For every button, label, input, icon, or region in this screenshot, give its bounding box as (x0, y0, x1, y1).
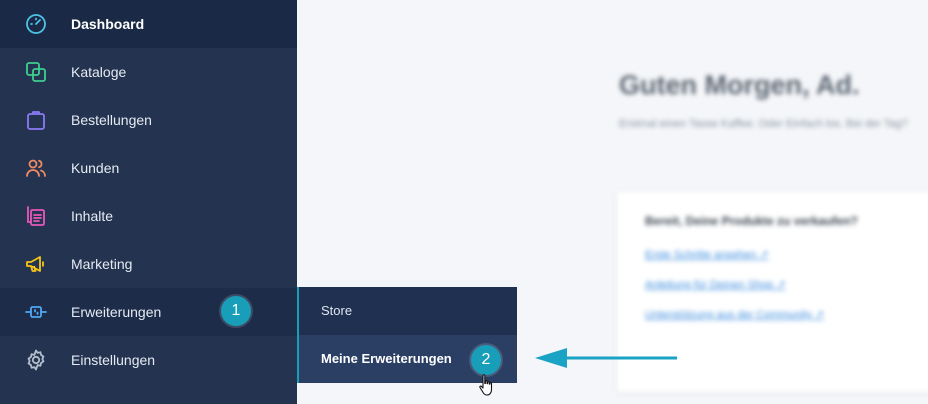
card-link[interactable]: Unterstützung aus der Community ↗ (645, 308, 824, 321)
flyout-item-label: Meine Erweiterungen (321, 351, 452, 366)
flyout-item-store[interactable]: Store (299, 287, 517, 335)
sidebar-item-label: Kunden (71, 160, 120, 176)
sidebar-item-label: Einstellungen (71, 352, 156, 368)
card-title: Bereit, Deine Produkte zu verkaufen? (645, 214, 858, 228)
step-badge-2: 2 (471, 345, 501, 375)
sidebar-item-label: Dashboard (71, 16, 145, 32)
users-icon (24, 156, 48, 180)
sidebar-item-marketing[interactable]: Marketing (0, 240, 297, 288)
step-badge-1: 1 (221, 296, 251, 326)
sidebar-item-einstellungen[interactable]: Einstellungen (0, 336, 297, 384)
hand-cursor-icon (479, 374, 493, 396)
megaphone-icon (24, 252, 48, 276)
plug-icon (24, 300, 48, 324)
sidebar-item-label: Erweiterungen (71, 304, 162, 320)
sidebar-item-kataloge[interactable]: Kataloge (0, 48, 297, 96)
catalog-copy-icon (24, 60, 48, 84)
gear-icon (24, 348, 48, 372)
sidebar-item-label: Bestellungen (71, 112, 152, 128)
sidebar-item-label: Marketing (71, 256, 133, 272)
sidebar: Dashboard Kataloge Bestellungen Kunden I… (0, 0, 297, 404)
shopping-bag-icon (24, 108, 48, 132)
card-link[interactable]: Erste Schritte ansehen ↗ (645, 248, 769, 261)
sidebar-item-kunden[interactable]: Kunden (0, 144, 297, 192)
page-title: Guten Morgen, Ad. (619, 70, 860, 100)
page-subtitle: Erstmal einen Tasse Kaffee. Oder Einfach… (619, 118, 908, 130)
dashboard-gauge-icon (24, 12, 48, 36)
sidebar-item-label: Kataloge (71, 64, 127, 80)
sidebar-item-inhalte[interactable]: Inhalte (0, 192, 297, 240)
sidebar-item-erweiterungen[interactable]: Erweiterungen (0, 288, 297, 336)
content-list-icon (24, 204, 48, 228)
sidebar-item-label: Inhalte (71, 208, 114, 224)
sidebar-item-bestellungen[interactable]: Bestellungen (0, 96, 297, 144)
flyout-item-label: Store (321, 303, 353, 318)
pointer-arrow-icon (535, 348, 677, 368)
card-link[interactable]: Anleitung für Deinen Shop ↗ (645, 278, 786, 291)
sidebar-item-dashboard[interactable]: Dashboard (0, 0, 297, 48)
